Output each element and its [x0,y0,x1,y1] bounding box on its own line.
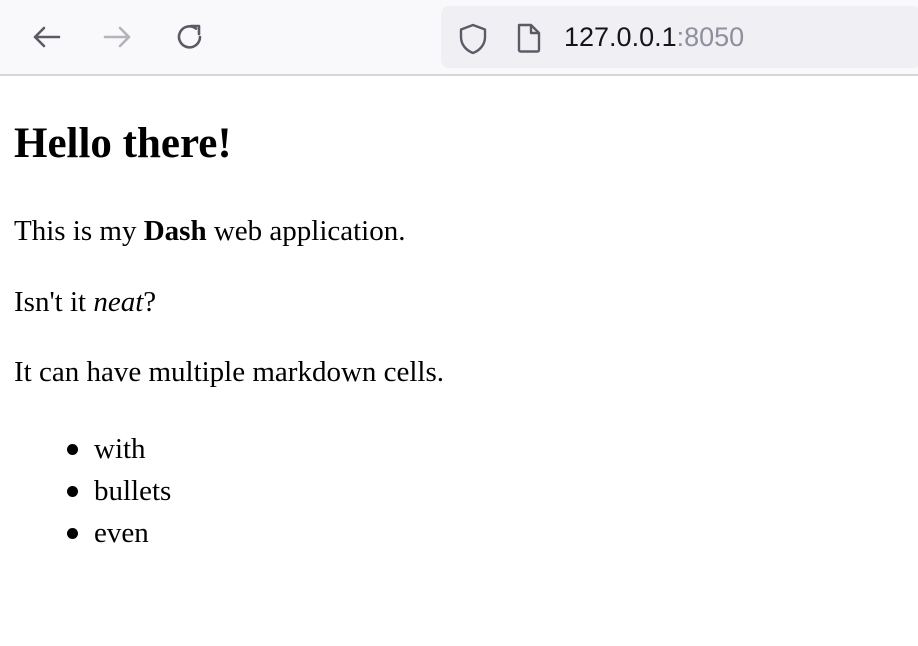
question-text-before: Isn't it [14,286,94,318]
question-paragraph: Isn't it neat? [14,285,156,319]
bullet-dot [67,528,78,539]
question-text-after: ? [143,286,157,318]
page-icon[interactable] [515,22,543,54]
bullet-dot [67,486,78,497]
shield-icon[interactable] [457,22,489,56]
list-item: even [14,512,171,554]
page-heading: Hello there! [14,120,232,167]
arrow-left-icon [33,26,61,48]
browser-toolbar: 127.0.0.1:8050 [0,0,918,76]
url-bar[interactable]: 127.0.0.1:8050 [441,6,918,68]
list-item: bullets [14,470,171,512]
url-port: :8050 [676,22,745,52]
list-item: with [14,428,171,470]
question-italic-text: neat [93,286,144,318]
intro-text-before: This is my [14,215,144,247]
list-item-text: with [94,433,146,465]
markdown-paragraph: It can have multiple markdown cells. [14,356,445,388]
intro-text-after: web application. [206,215,406,247]
back-button[interactable] [26,17,66,57]
list-item-text: even [94,517,149,549]
bullet-list: with bullets even [14,428,171,554]
reload-icon [177,24,202,49]
url-text[interactable]: 127.0.0.1:8050 [564,22,744,52]
forward-button[interactable] [98,17,138,57]
list-item-text: bullets [94,475,172,507]
arrow-right-icon [103,26,131,48]
intro-bold-text: Dash [143,215,207,247]
reload-button[interactable] [170,17,210,57]
url-host: 127.0.0.1 [564,22,677,52]
bullet-dot [67,444,78,455]
intro-paragraph: This is my Dash web application. [14,214,406,248]
